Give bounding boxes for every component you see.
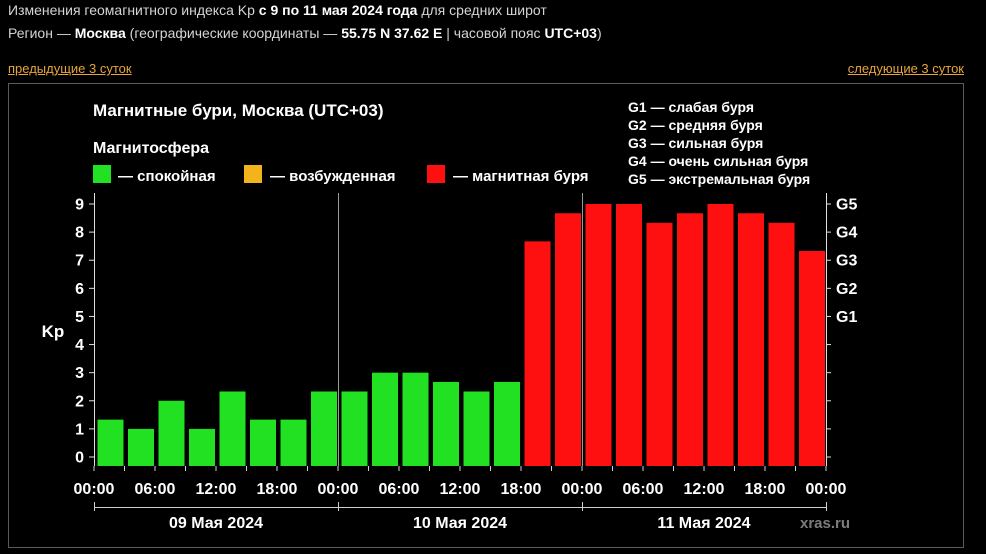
kp-bar-day3-slot6 [738,213,764,466]
kp-bar-day3-slot7 [768,222,795,466]
x-tick-label: 00:00 [318,481,359,498]
scale-legend-g1: G1 — слабая буря [628,99,754,115]
kp-bar-day2-slot4 [433,381,459,466]
kp-bar-day3-slot5 [707,204,734,466]
kp-bar-day3-slot4 [677,213,703,466]
y-tick-label: 5 [75,309,84,326]
g-scale-tick-label: G1 [836,309,857,326]
x-tick-label: 12:00 [684,481,725,498]
day-label: 09 Мая 2024 [169,515,263,532]
g-scale-tick-label: G3 [836,253,857,270]
timezone-value: UTC+03 [544,25,597,41]
kp-bar-day2-slot6 [494,381,520,466]
kp-bar-day1-slot4 [189,428,215,466]
header-close-paren: ) [596,25,602,41]
scale-legend-g3: G3 — сильная буря [628,135,763,151]
kp-bar-day2-slot5 [463,391,490,466]
x-tick-label: 00:00 [74,481,115,498]
kp-bar-day2-slot7 [524,241,551,466]
x-tick-label: 18:00 [257,481,298,498]
legend-item-excited: — возбужденная [244,165,396,185]
kp-bar-day3-slot3 [646,222,673,466]
legend-swatch-excited [244,165,262,183]
x-tick-label: 06:00 [379,481,420,498]
kp-bar-day1-slot1 [97,419,124,466]
kp-bar-day3-slot1 [585,204,612,466]
y-tick-label: 7 [75,253,84,270]
y-axis-label: Kp [42,322,65,341]
watermark: xras.ru [800,515,850,532]
x-tick-label: 06:00 [135,481,176,498]
g-scale-tick-label: G5 [836,197,857,214]
kp-bar-day2-slot8 [555,213,581,466]
x-tick-label: 12:00 [196,481,237,498]
y-tick-label: 6 [75,281,84,298]
timezone-label: | часовой пояс [442,25,545,41]
region-name: Москва [74,25,126,41]
x-tick-label: 18:00 [501,481,542,498]
legend-item-quiet: — спокойная [93,165,216,185]
kp-chart: Магнитные бури, Москва (UTC+03) Магнитос… [8,83,964,548]
x-tick-label: 00:00 [562,481,603,498]
legend-label-storm: — магнитная буря [453,168,589,185]
kp-bar-day1-slot5 [219,391,246,466]
kp-bar-day2-slot1 [341,391,368,466]
kp-bar-day1-slot7 [280,419,307,466]
y-tick-label: 8 [75,225,84,242]
header-latitudes: для средних широт [417,2,547,18]
y-tick-label: 0 [75,450,84,467]
x-tick-label: 06:00 [623,481,664,498]
legend-label-excited: — возбужденная [270,168,396,185]
next-3-days-link[interactable]: следующие 3 суток [848,61,964,77]
header-intro: Изменения геомагнитного индекса Kp [8,2,259,18]
kp-bar-day2-slot3 [402,372,429,466]
plot-area: 0 1 2 3 4 5 6 7 8 9 G1 G2 G3 G4 G5 00:00 06:00 12:00 18:00… [74,193,857,532]
x-tick-label: 00:00 [806,481,847,498]
legend-swatch-quiet [93,165,111,183]
coords-label: (географические координаты — [125,25,342,41]
legend-title: Магнитосфера [93,140,209,157]
kp-bar-day2-slot2 [372,372,398,466]
coords-value: 55.75 N 37.62 E [341,25,443,41]
y-tick-label: 1 [75,421,84,438]
scale-legend-g4: G4 — очень сильная буря [628,153,808,169]
kp-bar-day1-slot6 [250,419,276,466]
storm-scale-legend: G1 — слабая буря G2 — средняя буря G3 — … [628,99,810,187]
day-label: 10 Мая 2024 [413,515,507,532]
y-tick-label: 4 [75,337,84,354]
y-tick-label: 9 [75,197,84,214]
x-tick-label: 12:00 [440,481,481,498]
kp-bar-day1-slot3 [158,400,185,466]
kp-bar-day3-slot8 [799,250,825,466]
day-label: 11 Мая 2024 [657,515,750,532]
g-scale-tick-label: G4 [836,225,857,242]
y-tick-label: 3 [75,365,84,382]
x-tick-label: 18:00 [745,481,786,498]
kp-bar-day1-slot8 [311,391,337,466]
y-tick-label: 2 [75,393,84,410]
scale-legend-g5: G5 — экстремальная буря [628,171,810,187]
kp-bar-day1-slot2 [128,428,154,466]
legend-item-storm: — магнитная буря [427,165,589,185]
previous-3-days-link[interactable]: предыдущие 3 суток [8,61,132,77]
chart-title: Магнитные бури, Москва (UTC+03) [93,101,384,120]
scale-legend-g2: G2 — средняя буря [628,117,763,133]
legend-swatch-storm [427,165,445,183]
header-line-region: Регион — Москва (географические координа… [8,24,602,42]
header-period: с 9 по 11 мая 2024 года [258,2,418,18]
header-line-period: Изменения геомагнитного индекса Kp с 9 п… [8,1,547,19]
region-label: Регион — [8,25,75,41]
legend-label-quiet: — спокойная [118,168,216,185]
kp-bar-day3-slot2 [616,204,642,466]
g-scale-tick-label: G2 [836,281,857,298]
